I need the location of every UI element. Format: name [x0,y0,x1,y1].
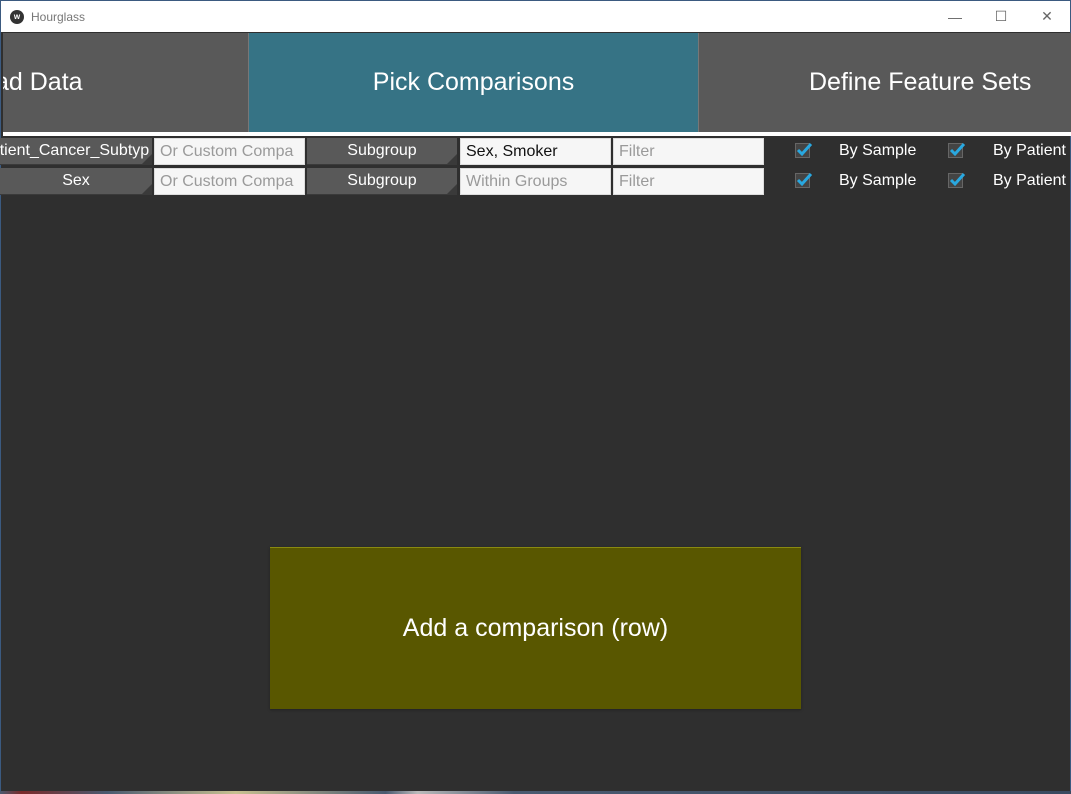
kivy-logo-icon: w [10,9,24,24]
tab-load-data[interactable]: ad Data [3,33,248,132]
subgroup-spinner[interactable]: Subgroup [307,168,457,195]
within-groups-input[interactable]: Sex, Smoker [460,138,611,165]
tab-label: ad Data [3,68,83,96]
custom-comparison-input[interactable]: Or Custom Compa [154,168,305,195]
checkmark-icon [949,172,966,187]
tab-label: Define Feature Sets [809,68,1032,96]
minimize-button[interactable]: — [932,1,978,32]
within-groups-input[interactable]: Within Groups [460,168,611,195]
dropdown-corner-icon [447,154,457,164]
comparison-row: atient_Cancer_Subtyp Or Custom Compa Sub… [0,138,1071,166]
add-comparison-label: Add a comparison (row) [402,614,669,642]
tab-pick-comparisons[interactable]: Pick Comparisons [248,33,698,132]
tab-define-feature-sets[interactable]: Define Feature Sets [698,33,1071,132]
column-spinner[interactable]: atient_Cancer_Subtyp [0,138,152,165]
tab-bar: ad Data Pick Comparisons Define Feature … [3,33,1071,133]
subgroup-spinner[interactable]: Subgroup [307,138,457,165]
filter-input[interactable]: Filter [613,168,764,195]
dropdown-corner-icon [142,184,152,194]
tab-label: Pick Comparisons [372,68,575,96]
close-icon: ✕ [1041,8,1053,24]
close-button[interactable]: ✕ [1024,1,1070,32]
column-spinner-value: atient_Cancer_Subtyp [0,142,150,159]
title-bar: w Hourglass — ☐ ✕ [1,1,1070,32]
window-title: Hourglass [31,9,86,24]
maximize-button[interactable]: ☐ [978,1,1024,32]
checkmark-icon [796,142,813,157]
by-patient-label: By Patient [993,172,1066,189]
comparison-row: Sex Or Custom Compa Subgroup Within Grou… [0,168,1071,196]
window-controls: — ☐ ✕ [932,1,1070,32]
column-spinner[interactable]: Sex [0,168,152,195]
custom-comparison-input[interactable]: Or Custom Compa [154,138,305,165]
by-patient-label: By Patient [993,142,1066,159]
by-sample-label: By Sample [839,172,917,189]
add-comparison-button[interactable]: Add a comparison (row) [270,547,801,709]
by-sample-checkbox[interactable] [795,172,813,188]
tab-divider [3,132,1071,136]
by-sample-label: By Sample [839,142,917,159]
minimize-icon: — [948,8,962,25]
by-patient-checkbox[interactable] [948,142,966,158]
by-patient-checkbox[interactable] [948,172,966,188]
by-sample-checkbox[interactable] [795,142,813,158]
maximize-icon: ☐ [994,8,1008,24]
column-spinner-value: Sex [62,172,90,189]
subgroup-spinner-label: Subgroup [347,142,417,159]
subgroup-spinner-label: Subgroup [347,172,417,189]
dropdown-corner-icon [142,154,152,164]
dropdown-corner-icon [447,184,457,194]
filter-input[interactable]: Filter [613,138,764,165]
checkmark-icon [796,172,813,187]
checkmark-icon [949,142,966,157]
